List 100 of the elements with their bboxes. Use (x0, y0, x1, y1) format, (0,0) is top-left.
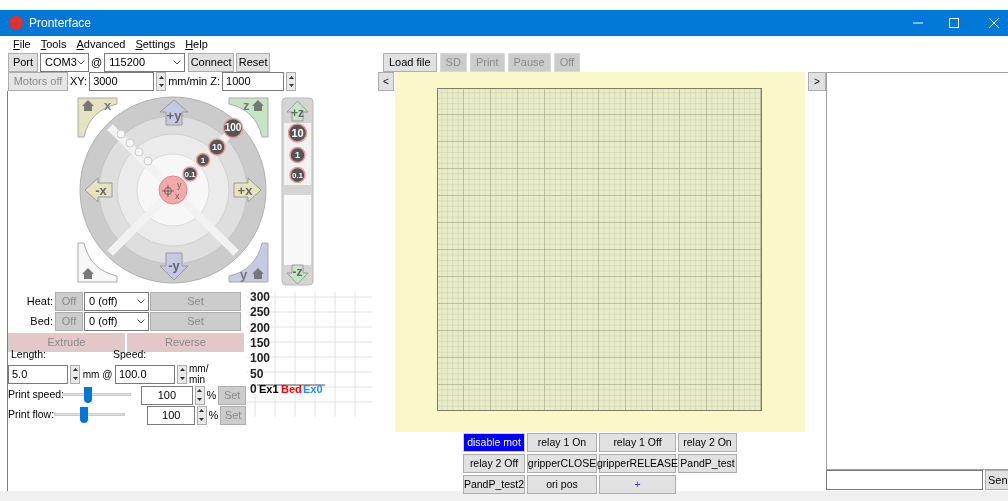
collapse-right-button[interactable]: > (808, 72, 826, 91)
step-button[interactable]: 0.1 (182, 166, 198, 182)
custom-button[interactable]: PandP_test2 (463, 475, 525, 494)
custom-button[interactable]: gripperCLOSE (527, 454, 597, 473)
connect-button[interactable]: Connect (188, 53, 235, 72)
up-arrow-icon (199, 409, 205, 413)
percent-label: % (208, 407, 219, 423)
up-arrow-icon (72, 368, 78, 372)
spin-button[interactable] (286, 72, 297, 91)
chevron-down-icon (77, 60, 85, 65)
step-button[interactable]: 1 (195, 152, 211, 168)
menu-item[interactable]: Advanced (76, 35, 126, 53)
z-label: mm/min Z: (168, 74, 221, 90)
length-unit: mm @ (82, 367, 113, 382)
input-field[interactable]: 100 (141, 385, 193, 405)
jog-arrow-button[interactable]: +x (233, 177, 262, 203)
up-arrow-icon (197, 389, 203, 393)
down-arrow-icon (179, 376, 185, 380)
down-arrow-icon (199, 417, 205, 421)
step-button[interactable]: 100 (222, 117, 244, 139)
slider-thumb[interactable] (84, 387, 93, 403)
legend-label: Bed (281, 383, 302, 395)
print-control-button[interactable]: Load file (383, 53, 437, 72)
chevron-down-icon (137, 299, 145, 304)
input-field[interactable]: 5.0 (8, 364, 68, 384)
close-icon (989, 18, 999, 28)
spin-button[interactable] (70, 364, 80, 384)
slider[interactable] (54, 407, 125, 423)
spin-button[interactable] (197, 405, 207, 425)
chevron-down-icon (137, 319, 145, 324)
temperature-label: Heat: (25, 294, 54, 310)
input-field[interactable]: 3000 (89, 72, 155, 91)
legend-label: Ex0 (303, 383, 323, 395)
percent-label: % (206, 387, 217, 403)
spin-button[interactable] (194, 385, 205, 405)
xy-label: XY: (70, 74, 88, 90)
z-step-button[interactable]: 1 (289, 146, 306, 164)
axis-label: 100 (250, 351, 271, 366)
dropdown[interactable]: 0 (off) (84, 312, 149, 331)
port-button[interactable]: Port (8, 53, 38, 72)
home-icon (252, 100, 264, 111)
spin-button[interactable] (177, 364, 187, 384)
command-input-field[interactable] (826, 470, 983, 490)
up-arrow-icon (158, 75, 164, 79)
override-label: Print flow: (8, 407, 52, 423)
maximize-icon (949, 18, 959, 28)
temperature-label: Bed: (29, 314, 54, 330)
menu-item[interactable]: Help (185, 35, 208, 53)
custom-button[interactable]: PandP_test (678, 454, 737, 473)
jog-arrow-button[interactable]: -y (159, 252, 189, 281)
send-button[interactable]: Sen (985, 470, 1008, 490)
step-button[interactable]: 10 (208, 138, 226, 156)
input-field[interactable]: 100 (147, 405, 196, 425)
up-arrow-icon (179, 368, 185, 372)
window-title: Pronterface (29, 15, 92, 32)
crosshair-icon (161, 184, 175, 198)
input-field[interactable]: 1000 (222, 72, 285, 91)
at-label: @ (91, 55, 103, 71)
z-arrow-button[interactable]: +z (286, 100, 309, 122)
axis-label: 200 (250, 320, 271, 335)
axis-label: 250 (250, 305, 271, 320)
home-button[interactable]: x (77, 97, 118, 138)
z-step-button[interactable]: 0.1 (289, 166, 306, 184)
add-button[interactable]: + (599, 475, 676, 494)
legend-label: Ex1 (259, 383, 279, 395)
home-icon (82, 100, 94, 111)
custom-button[interactable]: gripperRELEASE (599, 454, 676, 473)
custom-button[interactable]: relay 1 Off (599, 433, 676, 452)
custom-button[interactable]: disable mot (463, 433, 525, 452)
z-arrow-button[interactable]: -z (286, 264, 309, 285)
axis-label: 300 (250, 292, 271, 304)
home-button[interactable] (77, 242, 118, 283)
axis-label: 50 (250, 366, 264, 381)
down-arrow-icon (158, 84, 164, 88)
reset-button[interactable]: Reset (236, 53, 271, 72)
jog-arrow-button[interactable]: +y (159, 99, 189, 126)
speed-unit: mm/ min (189, 363, 209, 385)
graph-line (256, 384, 326, 386)
menu-item[interactable]: Settings (135, 35, 176, 53)
custom-button[interactable]: relay 2 On (678, 433, 737, 452)
menu-item[interactable]: File (13, 35, 31, 53)
down-arrow-icon (72, 376, 78, 380)
custom-button[interactable]: relay 1 On (527, 433, 597, 452)
custom-button[interactable]: ori pos (527, 475, 597, 494)
input-field[interactable]: 100.0 (115, 364, 175, 384)
slider[interactable] (62, 387, 132, 403)
slider-thumb[interactable] (79, 407, 88, 423)
axis-label: z (243, 98, 250, 113)
jog-arrow-button[interactable]: -x (84, 177, 113, 203)
home-icon (82, 268, 94, 279)
axis-label: 150 (250, 335, 271, 350)
menu-item[interactable]: Tools (40, 35, 67, 53)
custom-button[interactable]: relay 2 Off (463, 454, 525, 473)
dropdown[interactable]: 0 (off) (84, 292, 149, 311)
collapse-left-button[interactable]: < (378, 72, 394, 91)
up-arrow-icon (288, 75, 294, 79)
dropdown[interactable]: COM3 (40, 53, 89, 72)
z-step-button[interactable]: 10 (287, 123, 308, 143)
dropdown[interactable]: 115200 (104, 53, 186, 72)
spin-button[interactable] (156, 72, 167, 91)
